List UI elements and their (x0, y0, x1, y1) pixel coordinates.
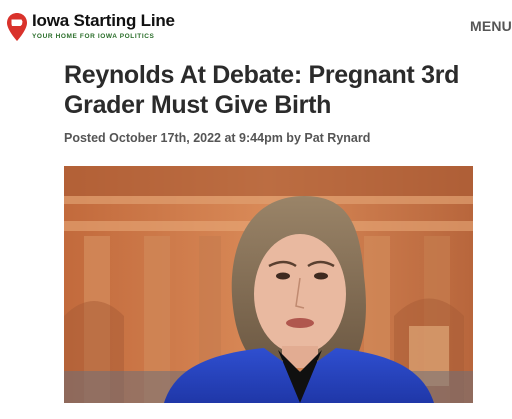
site-header: Iowa Starting Line YOUR HOME FOR IOWA PO… (0, 0, 512, 50)
article-byline: Posted October 17th, 2022 at 9:44pm by P… (64, 131, 371, 145)
article-title: Reynolds At Debate: Pregnant 3rd Grader … (64, 61, 460, 119)
site-tagline: YOUR HOME FOR IOWA POLITICS (32, 33, 155, 40)
menu-button[interactable]: MENU (470, 18, 512, 34)
hero-image (64, 166, 473, 403)
iowa-pin-icon[interactable] (6, 12, 28, 42)
hero-photo (64, 166, 473, 403)
site-name[interactable]: Iowa Starting Line (32, 11, 175, 31)
